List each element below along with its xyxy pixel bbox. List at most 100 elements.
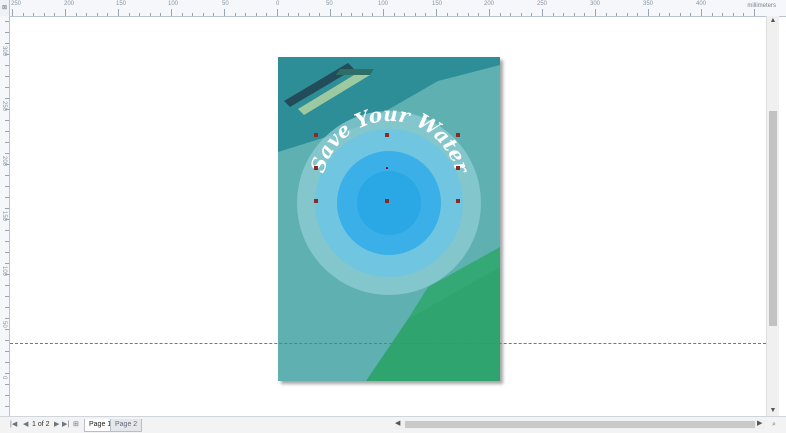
ruler-tick	[5, 21, 9, 22]
ruler-tick	[5, 230, 9, 231]
ruler-tick	[22, 13, 24, 16]
ruler-tick	[616, 13, 618, 16]
ruler-tick	[5, 395, 9, 396]
ruler-tick	[446, 13, 448, 16]
ruler-tick	[499, 13, 501, 16]
ruler-tick	[5, 120, 9, 121]
ruler-tick	[5, 285, 9, 286]
ruler-tick	[96, 13, 98, 16]
ruler-tick	[171, 9, 172, 16]
poster-page[interactable]: Save Your Water	[278, 57, 500, 381]
vertical-scrollbar[interactable]: ▲ ▼	[766, 16, 779, 416]
ruler-tick	[5, 175, 9, 176]
ruler-number: 250	[11, 1, 22, 7]
ruler-tick	[754, 9, 755, 16]
ruler-tick	[86, 13, 88, 16]
ruler-tick	[5, 54, 9, 55]
ruler-tick	[478, 13, 480, 16]
scroll-up-arrow-icon[interactable]: ▲	[767, 16, 779, 26]
ruler-tick	[626, 13, 628, 16]
add-page-icon[interactable]: ⊞	[73, 420, 79, 430]
ruler-tick	[5, 384, 9, 385]
ruler-tick	[690, 13, 692, 16]
ruler-tick	[542, 9, 543, 16]
ruler-tick	[658, 13, 660, 16]
ruler-tick	[319, 13, 321, 16]
ruler-tick	[5, 252, 9, 253]
drawing-canvas[interactable]: Save Your Water	[10, 17, 766, 416]
ruler-tick	[732, 13, 734, 16]
ruler-tick	[5, 241, 9, 242]
ruler-tick	[436, 9, 437, 16]
ruler-tick	[181, 13, 183, 16]
ruler-tick	[5, 406, 9, 407]
vertical-scroll-thumb[interactable]	[769, 111, 777, 326]
ruler-tick	[5, 43, 9, 44]
ruler-number: 200	[64, 1, 75, 7]
ruler-tick	[213, 13, 215, 16]
zoom-icon[interactable]: ⌕	[772, 420, 776, 430]
ruler-number: 150	[432, 1, 443, 7]
ruler-tick	[128, 13, 130, 16]
next-page-icon[interactable]: ▶	[54, 420, 59, 430]
ruler-tick	[5, 340, 9, 341]
ruler-number: 0	[1, 376, 7, 380]
ruler-tick	[351, 13, 353, 16]
first-page-icon[interactable]: |◀	[10, 420, 17, 430]
ruler-tick	[669, 13, 671, 16]
ruler-tick	[383, 9, 384, 16]
ruler-number: 300	[590, 1, 601, 7]
previous-page-icon[interactable]: ◀	[23, 420, 28, 430]
ruler-tick	[393, 13, 395, 16]
ruler-tick	[5, 351, 9, 352]
ruler-number: 50	[222, 1, 229, 7]
ruler-origin-corner[interactable]: ⊠	[0, 0, 10, 16]
ruler-tick	[701, 9, 702, 16]
ruler-tick	[5, 32, 9, 33]
ruler-tick	[245, 13, 247, 16]
tab-page-2[interactable]: Page 2	[110, 419, 143, 432]
ruler-tick	[54, 13, 56, 16]
ruler-number: 250	[537, 1, 548, 7]
horizontal-guideline[interactable]	[10, 343, 766, 344]
ruler-tick	[531, 13, 533, 16]
scroll-left-arrow-icon[interactable]: ◀	[395, 419, 400, 427]
ruler-tick	[12, 9, 13, 16]
ruler-tick	[510, 13, 512, 16]
ruler-tick	[361, 13, 363, 16]
ruler-tick	[5, 153, 9, 154]
horizontal-scroll-thumb[interactable]	[405, 421, 755, 428]
ruler-tick	[5, 109, 9, 110]
horizontal-ruler[interactable]: 250 200 150 100 50 0 50 100 150 200 250 …	[0, 0, 786, 17]
ruler-tick	[118, 9, 119, 16]
ruler-tick	[160, 13, 162, 16]
ruler-tick	[5, 164, 9, 165]
last-page-icon[interactable]: ▶|	[62, 420, 69, 430]
ruler-tick	[595, 9, 596, 16]
ruler-tick	[372, 13, 374, 16]
page-counter: 1 of 2	[32, 421, 50, 428]
ruler-tick	[5, 65, 9, 66]
ruler-number: 350	[643, 1, 654, 7]
ruler-tick	[330, 9, 331, 16]
ruler-number: 150	[116, 1, 127, 7]
vertical-ruler[interactable]: 300 250 200 150 100 50 0	[0, 16, 10, 416]
ruler-tick	[5, 208, 9, 209]
ruler-number: 0	[276, 1, 280, 7]
ruler-tick	[5, 362, 9, 363]
ruler-tick	[5, 274, 9, 275]
scroll-right-arrow-icon[interactable]: ▶	[757, 419, 762, 427]
ruler-tick	[298, 13, 300, 16]
ruler-tick	[308, 13, 310, 16]
ruler-tick	[5, 186, 9, 187]
ruler-tick	[467, 13, 469, 16]
ruler-tick	[679, 13, 681, 16]
ruler-tick	[277, 9, 278, 16]
ruler-tick	[404, 13, 406, 16]
ruler-tick	[139, 13, 141, 16]
horizontal-scrollbar[interactable]: ◀ ▶	[395, 420, 765, 429]
scroll-down-arrow-icon[interactable]: ▼	[767, 406, 779, 416]
ruler-tick	[5, 197, 9, 198]
ruler-tick	[520, 13, 522, 16]
ruler-tick	[5, 318, 9, 319]
